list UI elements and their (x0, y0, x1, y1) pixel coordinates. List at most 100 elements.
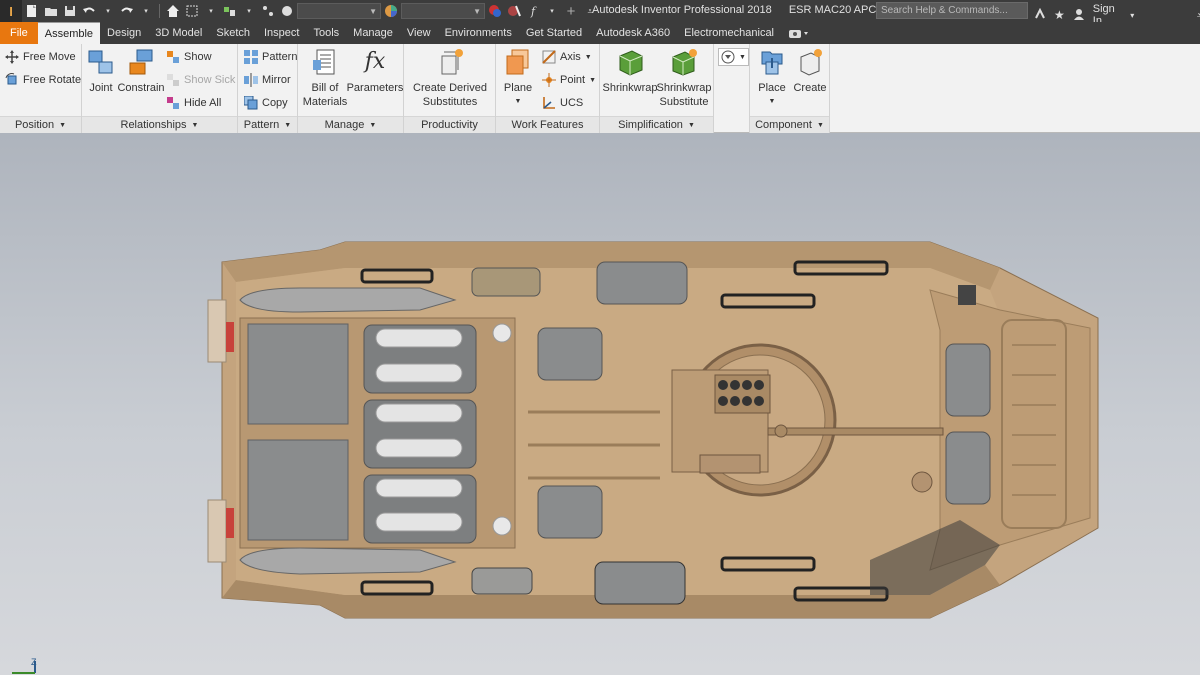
apc-model[interactable] (0, 133, 1200, 675)
shrinkwrap-substitute-button[interactable]: Shrinkwrap Substitute (656, 48, 712, 109)
appearance-icon[interactable] (382, 2, 400, 20)
undo-dropdown-icon[interactable]: ▾ (99, 2, 117, 20)
derived-label-line1: Create Derived (413, 82, 487, 94)
stowage-tube-bottom (239, 547, 457, 575)
plane-label: Plane (503, 82, 533, 94)
copy-button[interactable]: Copy (243, 94, 288, 112)
update-icon[interactable] (221, 2, 239, 20)
mirror-button[interactable]: Mirror (244, 71, 291, 89)
undo-icon[interactable] (80, 2, 98, 20)
shrinkwrap-button[interactable]: Shrinkwrap (602, 48, 658, 95)
tab-tools[interactable]: Tools (306, 22, 346, 44)
redo-icon[interactable] (118, 2, 136, 20)
panel-work-features: Plane ▼ Axis ▼ Point ▼ UCS Work Features (496, 44, 600, 133)
panel-position: Free Move Free Rotate Position ▼ (0, 44, 82, 133)
relationships-panel-title[interactable]: Relationships ▼ (82, 116, 237, 133)
sws-label-line1: Shrinkwrap (656, 82, 712, 94)
tab-view[interactable]: View (400, 22, 438, 44)
user-icon[interactable] (1073, 8, 1085, 23)
gun-cradle (699, 454, 761, 474)
tab-sketch[interactable]: Sketch (209, 22, 257, 44)
tab-assemble[interactable]: Assemble (37, 22, 101, 44)
globe-icon[interactable] (278, 2, 296, 20)
ucs-button[interactable]: UCS (542, 94, 583, 112)
plane-icon (504, 48, 532, 76)
triad-z-label: Z (31, 657, 37, 667)
fx-icon[interactable]: f (524, 2, 542, 20)
work-features-title-label: Work Features (511, 119, 584, 131)
show-sick-button[interactable]: Show Sick (166, 71, 235, 89)
update-dropdown-icon[interactable]: ▾ (240, 2, 258, 20)
joint-button[interactable]: Joint (87, 48, 115, 95)
measure-icon[interactable] (259, 2, 277, 20)
create-derived-substitutes-button[interactable]: Create Derived Substitutes (408, 48, 492, 109)
chevron-down-icon: ▼ (191, 121, 199, 129)
tail-lamp-bottom (226, 508, 234, 538)
pattern-panel-title[interactable]: Pattern ▼ (238, 116, 297, 133)
adjust-appearance-icon[interactable] (486, 2, 504, 20)
create-button[interactable]: Create (792, 48, 828, 95)
chevron-down-icon: ▼ (816, 121, 824, 129)
ribbon-display-toggle[interactable] (781, 22, 817, 44)
tab-3d-model[interactable]: 3D Model (148, 22, 209, 44)
position-panel-title[interactable]: Position ▼ (0, 116, 81, 133)
clear-appearance-icon[interactable] (505, 2, 523, 20)
sign-in-dropdown-icon[interactable]: ▾ (1130, 11, 1134, 20)
hide-all-label: Hide All (184, 97, 222, 109)
view-triad[interactable]: Z (0, 655, 42, 675)
free-rotate-button[interactable]: Free Rotate (5, 71, 81, 89)
extra-dropdown-button[interactable]: ▼ (718, 48, 749, 66)
app-menu-button[interactable]: I (0, 0, 22, 22)
save-icon[interactable] (61, 2, 79, 20)
parameters-button[interactable]: fx Parameters (346, 48, 404, 95)
chevron-down-icon: ▼ (284, 121, 292, 129)
plane-button[interactable]: Plane ▼ (502, 48, 534, 109)
star-icon[interactable]: ★ (1054, 8, 1065, 22)
parameters-icon: fx (361, 48, 389, 76)
search-input[interactable]: Search Help & Commands... (876, 2, 1028, 19)
simplification-panel-title[interactable]: Simplification ▼ (600, 116, 713, 133)
fx-dropdown-icon[interactable]: ▾ (543, 2, 561, 20)
launcher-tube (718, 396, 728, 406)
place-button[interactable]: Place ▼ (756, 48, 788, 109)
pattern-button[interactable]: Pattern (244, 48, 297, 66)
tab-design[interactable]: Design (100, 22, 148, 44)
graphics-viewport[interactable] (0, 133, 1200, 675)
tab-manage[interactable]: Manage (346, 22, 400, 44)
tab-electromechanical[interactable]: Electromechanical (677, 22, 781, 44)
redo-dropdown-icon[interactable]: ▾ (137, 2, 155, 20)
constrain-button[interactable]: Constrain (117, 48, 165, 95)
plus-icon[interactable]: + (562, 2, 580, 20)
manage-panel-title[interactable]: Manage ▼ (298, 116, 403, 133)
material-select[interactable]: ▼ (297, 3, 381, 19)
new-icon[interactable] (23, 2, 41, 20)
hide-all-button[interactable]: Hide All (166, 94, 221, 112)
point-button[interactable]: Point ▼ (542, 71, 596, 89)
free-move-button[interactable]: Free Move (5, 48, 76, 66)
appearance-select[interactable]: ▼ (401, 3, 485, 19)
create-component-icon (796, 48, 824, 76)
panel-productivity: Create Derived Substitutes Productivity (404, 44, 496, 133)
tab-autodesk-a360[interactable]: Autodesk A360 (589, 22, 677, 44)
tab-file[interactable]: File (0, 22, 38, 44)
position-title-label: Position (14, 119, 55, 131)
show-button[interactable]: Show (166, 48, 212, 66)
select-icon[interactable] (183, 2, 201, 20)
capsule (375, 363, 463, 383)
open-icon[interactable] (42, 2, 60, 20)
select-dropdown-icon[interactable]: ▾ (202, 2, 220, 20)
fx-icon: fx (364, 49, 386, 74)
bill-of-materials-button[interactable]: Bill of Materials (302, 48, 348, 109)
tab-get-started[interactable]: Get Started (519, 22, 589, 44)
search-binoculars-icon[interactable] (1034, 7, 1046, 23)
axis-label: Axis (560, 51, 581, 63)
component-panel-title[interactable]: Component ▼ (750, 116, 829, 133)
parameters-label: Parameters (346, 82, 404, 94)
roof-hatch-bottom (594, 561, 686, 605)
launcher-tube (730, 380, 740, 390)
tab-inspect[interactable]: Inspect (257, 22, 306, 44)
launcher-tube (754, 380, 764, 390)
home-icon[interactable] (164, 2, 182, 20)
tab-environments[interactable]: Environments (438, 22, 519, 44)
axis-button[interactable]: Axis ▼ (542, 48, 592, 66)
